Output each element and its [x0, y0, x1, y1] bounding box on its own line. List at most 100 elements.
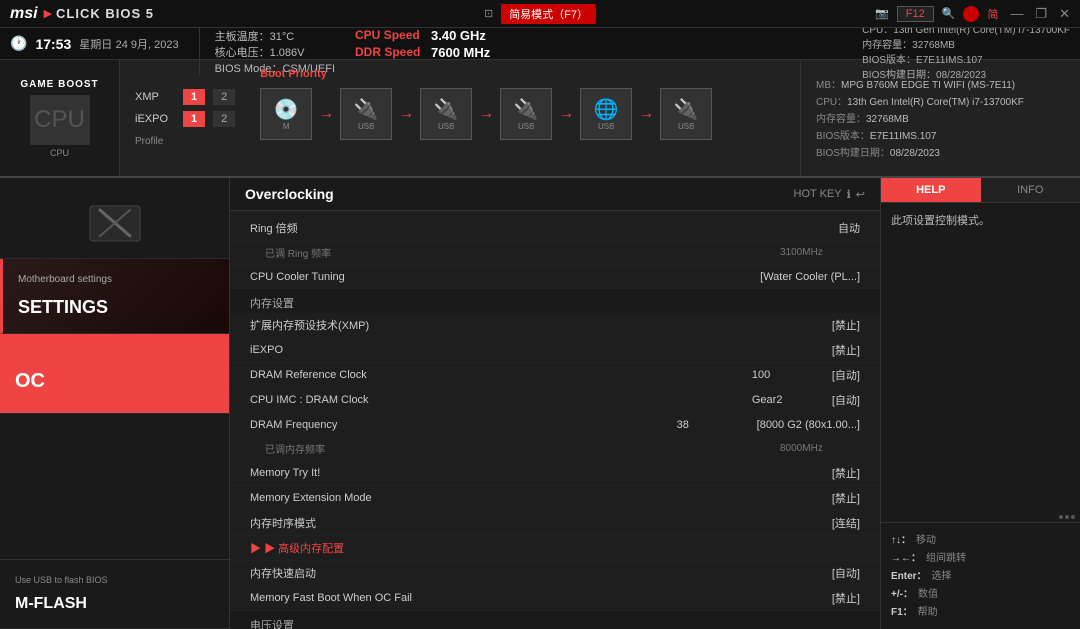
setting-name: iEXPO	[250, 344, 832, 356]
close-button[interactable]: ✕	[1059, 6, 1070, 22]
oc-page-title: Overclocking	[245, 186, 334, 202]
sidebar-item-mflash[interactable]: Use USB to flash BIOS M-FLASH	[0, 559, 229, 629]
msi-logo: msi	[10, 5, 38, 23]
setting-row[interactable]: DRAM Frequency38[8000 G2 (80x1.00...]	[230, 413, 880, 437]
ram-info: 内存容量：32768MB	[862, 36, 1070, 51]
boot-device-1[interactable]: 💿 M	[260, 88, 312, 140]
sidebar-item-oc[interactable]: OC	[0, 334, 229, 414]
key-symbol: →←：	[891, 549, 921, 564]
ddr-speed-value: 7600 MHz	[431, 45, 490, 60]
hotkey-area: HOT KEY ℹ ↩	[794, 188, 866, 201]
dot-3	[1071, 515, 1075, 519]
key-hint: F1：帮助	[891, 603, 1070, 618]
clock-icon: 🕐	[10, 35, 27, 52]
undo-icon[interactable]: ↩	[856, 188, 865, 201]
setting-value: [禁止]	[832, 317, 860, 333]
msi-icon: ▶	[44, 7, 52, 20]
cpu-icon: CPU	[30, 95, 90, 145]
xmp-btn2[interactable]: 2	[213, 89, 235, 105]
tab-help[interactable]: HELP	[881, 178, 981, 202]
ram-right: 内存容量：32768MB	[816, 110, 1065, 125]
key-symbol: ↑↓：	[891, 531, 911, 546]
top-bar-right: 📷 F12 🔍 简 — ❐ ✕	[875, 6, 1070, 22]
setting-row[interactable]: ▶ 高级内存配置	[230, 536, 880, 561]
key-desc: 选择	[932, 567, 952, 582]
info-bar: 🕐 17:53 星期日 24 9月, 2023 CPU核心温度：33°C 主板温…	[0, 28, 1080, 60]
camera-icon: 📷	[875, 7, 889, 20]
key-hint: →←：组间跳转	[891, 549, 1070, 564]
setting-value: [Water Cooler (PL...]	[760, 271, 860, 283]
setting-row[interactable]: CPU IMC : DRAM ClockGear2[自动]	[230, 388, 880, 413]
lang-button[interactable]: 简	[987, 6, 998, 22]
boot-device-2[interactable]: 🔌 USB	[340, 88, 392, 140]
setting-name: DRAM Frequency	[250, 419, 677, 431]
info-icon[interactable]: ℹ	[847, 188, 851, 201]
f12-button[interactable]: F12	[897, 6, 934, 22]
hotkey-label: HOT KEY	[794, 188, 842, 200]
setting-row[interactable]: 内存快速启动[自动]	[230, 561, 880, 586]
setting-name: Memory Try It!	[250, 467, 832, 479]
tools-icon	[85, 198, 145, 248]
usb-icon-4: 🔌	[674, 97, 699, 122]
setting-value-primary: Gear2	[752, 394, 832, 406]
device-label-1: M	[283, 122, 290, 131]
sidebar-item-tools[interactable]	[0, 178, 229, 259]
key-symbol: Enter：	[891, 567, 927, 582]
minimize-button[interactable]: —	[1010, 6, 1023, 21]
iexpo-btn1[interactable]: 1	[183, 111, 205, 127]
dots-area	[881, 512, 1080, 522]
oc-label: OC	[15, 370, 45, 393]
setting-row[interactable]: 扩展内存预设技术(XMP)[禁止]	[230, 313, 880, 338]
setting-row[interactable]: Memory Extension Mode[禁止]	[230, 486, 880, 511]
setting-name: 已调 Ring 频率	[265, 245, 780, 260]
flash-title: M-FLASH	[15, 595, 87, 613]
setting-row[interactable]: Memory Fast Boot When OC Fail[禁止]	[230, 586, 880, 611]
device-label-6: USB	[678, 122, 694, 131]
mode-icon: ⊡	[484, 7, 493, 20]
settings-subtitle: Motherboard settings	[18, 274, 112, 285]
dot-2	[1065, 515, 1069, 519]
iexpo-label: iEXPO	[135, 113, 175, 125]
boot-device-5[interactable]: 🌐 USB	[580, 88, 632, 140]
key-desc: 移动	[916, 531, 936, 546]
dots	[1059, 515, 1075, 519]
color-circle-red	[963, 6, 979, 22]
iexpo-btn2[interactable]: 2	[213, 111, 235, 127]
boot-device-6[interactable]: 🔌 USB	[660, 88, 712, 140]
cpu-speed-label: CPU Speed	[355, 28, 425, 42]
boot-arrow-1: →	[318, 105, 334, 123]
device-label-2: USB	[358, 122, 374, 131]
mb-temp: 主板温度：31°C	[215, 28, 335, 44]
key-desc: 数值	[918, 585, 938, 600]
usb-icon-2: 🔌	[434, 97, 459, 122]
setting-value-secondary: [8000 G2 (80x1.00...]	[757, 419, 860, 431]
mb-info-right: MB：MPG B760M EDGE TI WIFI (MS-7E11) CPU：…	[800, 60, 1080, 176]
setting-row[interactable]: 内存时序模式[连结]	[230, 511, 880, 536]
simple-mode-label[interactable]: 简易模式（F7）	[501, 4, 596, 24]
setting-row[interactable]: iEXPO[禁止]	[230, 338, 880, 363]
restore-button[interactable]: ❐	[1035, 6, 1047, 22]
boot-priority-label: Boot Priority	[260, 68, 790, 80]
help-content: 此项设置控制模式。	[881, 203, 1080, 512]
boot-device-3[interactable]: 🔌 USB	[420, 88, 472, 140]
setting-row[interactable]: Ring 倍频自动	[230, 216, 880, 241]
bios-ver-right: BIOS版本：E7E11IMS.107	[816, 127, 1065, 142]
device-label-3: USB	[438, 122, 454, 131]
setting-value: [连结]	[832, 515, 860, 531]
key-symbol: F1：	[891, 603, 913, 618]
sidebar-item-settings[interactable]: Motherboard settings SETTINGS	[0, 259, 229, 334]
ddr-speed-item: DDR Speed 7600 MHz	[355, 45, 490, 60]
tab-info[interactable]: INFO	[981, 178, 1080, 202]
time-display: 17:53	[35, 36, 71, 52]
setting-name: 已调内存频率	[265, 441, 780, 456]
xmp-btn1[interactable]: 1	[183, 89, 205, 105]
setting-row[interactable]: DRAM Reference Clock100[自动]	[230, 363, 880, 388]
setting-value-primary: 38	[677, 419, 757, 431]
setting-row[interactable]: CPU Cooler Tuning[Water Cooler (PL...]	[230, 265, 880, 289]
setting-name: 内存时序模式	[250, 515, 832, 531]
setting-row[interactable]: Memory Try It![禁止]	[230, 461, 880, 486]
boot-device-4[interactable]: 🔌 USB	[500, 88, 552, 140]
bios-title: CLICK BIOS 5	[56, 6, 154, 21]
center-content: Overclocking HOT KEY ℹ ↩ Ring 倍频自动已调 Rin…	[230, 178, 880, 629]
boot-arrow-3: →	[478, 105, 494, 123]
